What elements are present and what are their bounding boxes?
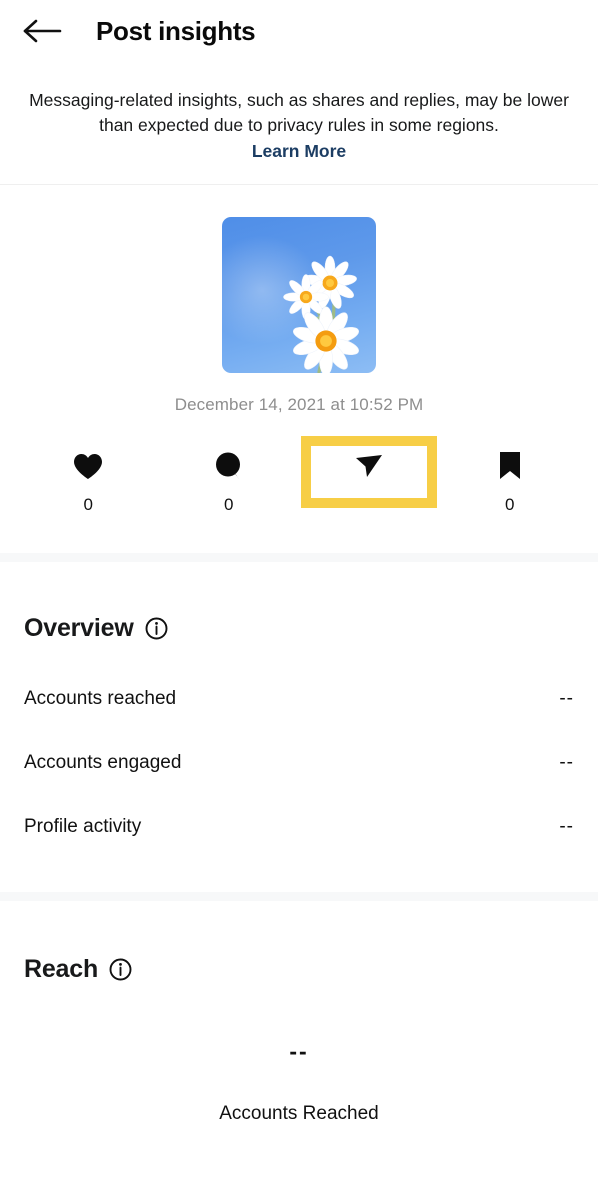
info-icon xyxy=(145,617,168,640)
comments-count: 0 xyxy=(224,495,234,514)
table-row[interactable]: Accounts engaged -- xyxy=(24,752,574,774)
bookmark-icon xyxy=(499,452,520,479)
info-icon xyxy=(109,958,132,981)
saves-action[interactable]: 0 xyxy=(440,449,581,515)
saves-count: 0 xyxy=(505,495,515,514)
stat-value: -- xyxy=(559,816,574,837)
daisy-bottom xyxy=(293,306,359,373)
reach-info-icon[interactable] xyxy=(109,958,132,981)
overview-header: Overview xyxy=(24,614,574,643)
overview-section: Overview Accounts reached -- Accounts en… xyxy=(0,562,598,838)
post-summary: December 14, 2021 at 10:52 PM 0 0 0 xyxy=(0,185,598,515)
post-date: December 14, 2021 at 10:52 PM xyxy=(174,395,424,414)
stat-label: Accounts reached xyxy=(24,688,177,709)
comment-icon-wrap xyxy=(214,449,244,483)
comments-action[interactable]: 0 xyxy=(159,449,300,515)
reach-title: Reach xyxy=(24,955,99,983)
reach-label: Accounts Reached xyxy=(219,1103,379,1124)
heart-icon-wrap xyxy=(73,449,103,483)
likes-action[interactable]: 0 xyxy=(18,449,159,515)
learn-more-link[interactable]: Learn More xyxy=(252,141,346,162)
stat-value: -- xyxy=(559,752,574,773)
stat-label: Accounts engaged xyxy=(24,752,182,773)
overview-info-icon[interactable] xyxy=(145,617,168,640)
reach-value: -- xyxy=(289,1038,309,1064)
comment-icon xyxy=(215,452,240,479)
privacy-notice-text: Messaging-related insights, such as shar… xyxy=(29,90,569,135)
reach-header: Reach xyxy=(24,955,574,984)
shares-action[interactable] xyxy=(299,436,440,515)
reach-section: Reach -- Accounts Reached xyxy=(0,901,598,1125)
table-row[interactable]: Profile activity -- xyxy=(24,816,574,838)
reach-summary: -- Accounts Reached xyxy=(24,1038,574,1125)
stat-label: Profile activity xyxy=(24,816,142,837)
overview-title: Overview xyxy=(24,614,134,642)
section-divider-overview xyxy=(0,553,598,562)
stat-value: -- xyxy=(559,688,574,709)
likes-count: 0 xyxy=(83,495,93,514)
share-icon xyxy=(356,455,383,477)
back-button[interactable] xyxy=(22,11,68,51)
post-thumbnail[interactable] xyxy=(222,217,376,373)
table-row[interactable]: Accounts reached -- xyxy=(24,688,574,710)
app-header: Post insights xyxy=(0,0,598,62)
post-actions: 0 0 0 xyxy=(0,436,598,515)
page-title: Post insights xyxy=(96,15,256,46)
section-divider-reach xyxy=(0,892,598,901)
privacy-notice: Messaging-related insights, such as shar… xyxy=(0,62,598,184)
back-arrow-icon xyxy=(23,19,62,43)
daisies-image xyxy=(283,255,359,373)
post-insights-screen: Post insights Messaging-related insights… xyxy=(0,0,598,1200)
bookmark-icon-wrap xyxy=(497,449,523,483)
share-icon-wrap xyxy=(354,449,384,483)
heart-icon xyxy=(74,453,103,479)
